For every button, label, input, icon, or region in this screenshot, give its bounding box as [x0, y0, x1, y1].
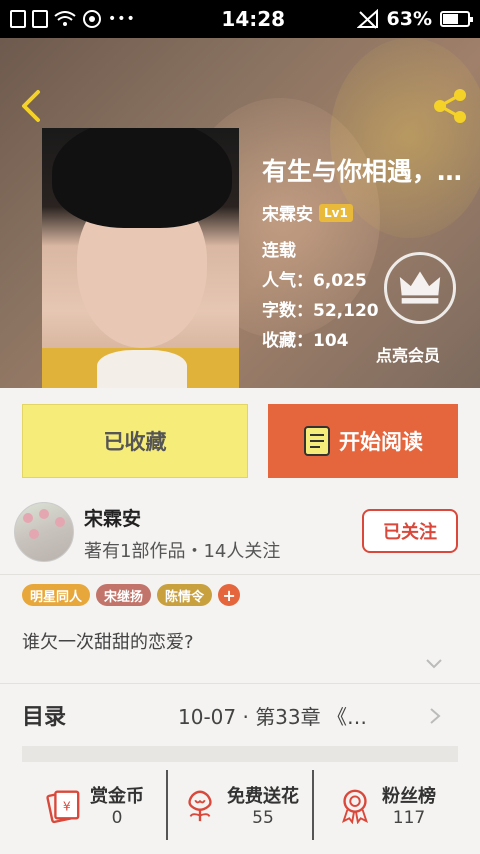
battery-percent: 63%: [386, 8, 432, 30]
notification-icon: [83, 10, 101, 28]
more-notifications: •••: [108, 11, 136, 27]
cover-portrait: [52, 128, 232, 228]
flower-icon: [188, 790, 212, 822]
back-arrow-icon[interactable]: [16, 88, 46, 124]
cover-portrait: [97, 350, 187, 388]
book-icon: [304, 426, 330, 456]
toc-label: 目录: [22, 705, 67, 730]
reward-bar: ¥ 赏金币 0 免费送花 55 粉丝榜 117: [22, 770, 458, 840]
tag[interactable]: 宋继扬: [96, 584, 152, 606]
status-bar: ••• 14:28 63%: [0, 0, 480, 38]
popularity-count: 人气：6,025: [262, 271, 367, 291]
share-icon[interactable]: [430, 86, 470, 126]
chevron-right-icon: [430, 708, 441, 724]
avatar-decoration: [29, 529, 39, 539]
reward-coins-button[interactable]: ¥ 赏金币 0: [22, 770, 168, 840]
word-count: 字数：52,120: [262, 301, 379, 321]
table-of-contents-row[interactable]: 目录 10-07 · 第33章 《…: [0, 684, 480, 746]
add-tag-button[interactable]: +: [218, 584, 241, 606]
book-header: 有生与你相遇，… 宋霖安 Lv1 连载 人气：6,025 字数：52,120 收…: [0, 38, 480, 388]
latest-chapter: 10-07 · 第33章 《…: [178, 704, 367, 729]
author-avatar[interactable]: [14, 502, 74, 562]
favorited-button[interactable]: 已收藏: [22, 404, 248, 478]
avatar-decoration: [39, 509, 49, 519]
medal-icon: [341, 789, 369, 824]
wifi-icon: [54, 11, 76, 26]
fan-ranking-value: 117: [392, 808, 426, 828]
send-flower-label: 免费送花: [227, 786, 299, 807]
clock: 14:28: [221, 7, 286, 31]
tag[interactable]: 陈情令: [157, 584, 213, 606]
book-title: 有生与你相遇，…: [262, 157, 463, 186]
send-flower-value: 55: [252, 808, 274, 828]
fan-ranking-label: 粉丝榜: [382, 786, 436, 807]
crown-icon: [399, 271, 441, 304]
red-envelope-icon: ¥: [46, 790, 80, 824]
reward-coins-value: 0: [111, 808, 123, 828]
divider: [0, 574, 480, 575]
followed-button[interactable]: 已关注: [362, 509, 458, 553]
favorites-count: 收藏：104: [262, 331, 349, 351]
signal-muted-icon: [356, 9, 378, 29]
book-status: 连载: [262, 241, 296, 261]
send-flower-button[interactable]: 免费送花 55: [168, 770, 314, 840]
section-separator: [22, 746, 458, 762]
level-badge: Lv1: [319, 203, 353, 222]
author-card-stats: 著有1部作品・14人关注: [84, 541, 281, 562]
book-author[interactable]: 宋霖安 Lv1: [262, 200, 353, 225]
battery-level: [443, 14, 458, 24]
svg-text:¥: ¥: [63, 800, 71, 814]
tag-list: 明星同人 宋继扬 陈情令 +: [22, 584, 241, 606]
author-card-name[interactable]: 宋霖安: [84, 504, 141, 531]
book-cover[interactable]: [42, 128, 239, 388]
start-reading-label: 开始阅读: [339, 430, 423, 454]
reward-coins-label: 赏金币: [90, 786, 144, 807]
status-icons-right: 63%: [356, 8, 473, 30]
battery-icon: [440, 11, 473, 27]
sim-card-icon: [10, 10, 26, 28]
avatar-decoration: [23, 513, 33, 523]
avatar-decoration: [55, 517, 65, 527]
book-description: 谁欠一次甜甜的恋爱?: [22, 632, 194, 653]
fan-ranking-button[interactable]: 粉丝榜 117: [314, 770, 458, 840]
author-name: 宋霖安: [262, 205, 313, 225]
tag[interactable]: 明星同人: [22, 584, 91, 606]
vip-label[interactable]: 点亮会员: [376, 342, 440, 366]
sim-card-icon: [32, 10, 48, 28]
vip-button[interactable]: [384, 252, 456, 324]
start-reading-button[interactable]: 开始阅读: [268, 404, 458, 478]
chevron-down-icon[interactable]: [424, 656, 444, 672]
